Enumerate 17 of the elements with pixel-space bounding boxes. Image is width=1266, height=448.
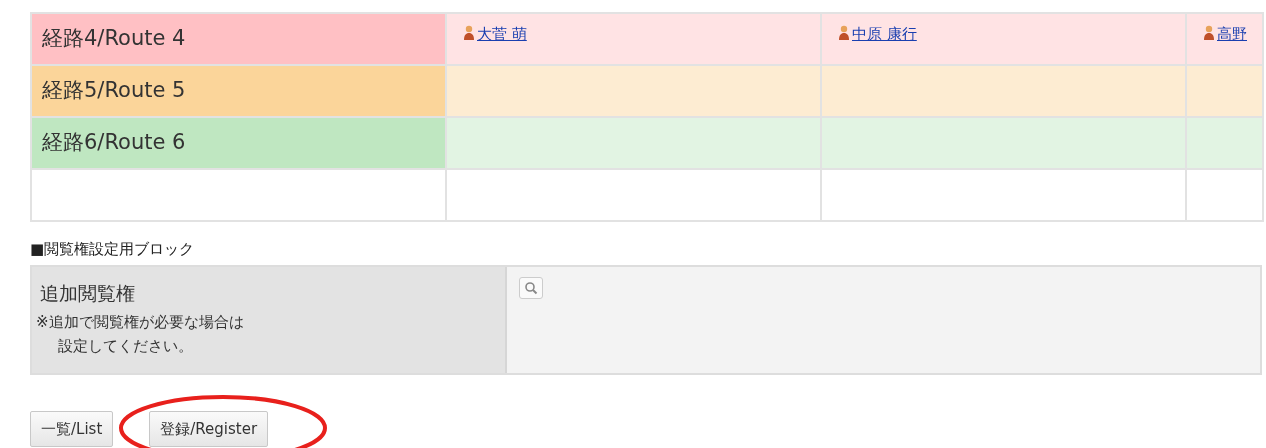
section-title: ■閲覧権設定用ブロック [30,239,196,260]
route-label: 経路4/Route 4 [31,13,446,65]
action-button[interactable]: 一覧/List [30,410,114,447]
search-icon [524,280,538,295]
note-text: ※追加で閲覧権が必要な場合は [36,312,245,333]
note-text: 設定してください。 [58,335,193,357]
route-label: 経路5/Route 5 [31,65,446,117]
person-icon [1203,25,1215,41]
route-label: 経路6/Route 6 [31,117,446,169]
person-icon [838,25,850,41]
field-label: 追加閲覧権 [40,280,135,306]
user-link[interactable]: 大菅 萌 [477,25,527,43]
person-icon [463,25,475,41]
search-button[interactable] [519,276,543,299]
user-link[interactable]: 中原 康行 [852,25,917,43]
user-link[interactable]: 高野 [1217,25,1247,43]
action-button[interactable]: 登録/Register [149,410,269,447]
